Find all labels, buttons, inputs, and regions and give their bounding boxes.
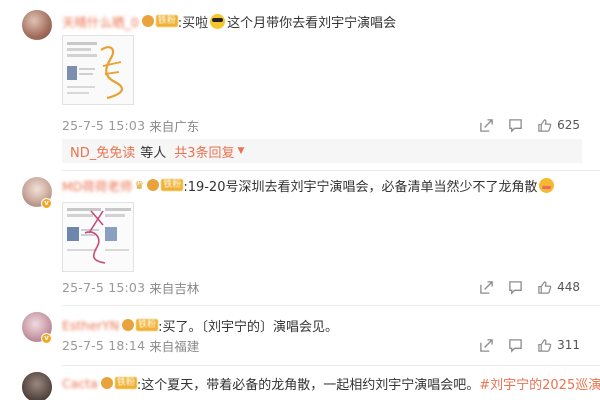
comment-item: Cacta 铁粉 :这个夏天，带着必备的龙角散，一起相约刘宇宁演唱会吧。 #刘宇… [0, 365, 600, 400]
like-count: 625 [557, 118, 580, 132]
comment-location: 来自广东 [149, 119, 200, 134]
comment-text: :19-20号深圳去看刘宇宁演唱会，必备清单当然少不了龙角散 [183, 179, 538, 195]
comment-button[interactable] [508, 278, 523, 296]
username[interactable]: 天晴什么晒_0 [62, 12, 139, 31]
comment-line: MD荷荷老师 ♛ 铁粉 :19-20号深圳去看刘宇宁演唱会，必备清单当然少不了龙… [62, 176, 556, 195]
comment-item: 天晴什么晒_0 铁粉 :买啦 这个月带你去看刘宇宁演唱会 25-7-5 15:0… [0, 0, 600, 170]
comment-button[interactable] [508, 336, 523, 354]
comment-meta: 25-7-5 15:03 来自广东 [62, 116, 199, 135]
reply-username[interactable]: ND_免免读 [70, 142, 135, 161]
comment-button[interactable] [508, 116, 523, 134]
vip-icon [100, 377, 113, 389]
fan-badge: 铁粉 [136, 319, 159, 331]
crown-icon: ♛ [134, 178, 145, 192]
comment-actions: 311 [465, 336, 580, 354]
share-button[interactable] [479, 278, 494, 296]
vip-icon [147, 179, 160, 191]
comment-location: 来自福建 [149, 339, 200, 354]
view-replies-link[interactable]: 共3条回复 [174, 142, 234, 161]
share-icon [480, 118, 493, 132]
like-icon [538, 280, 552, 294]
comment-line: Cacta 铁粉 :这个夏天，带着必备的龙角散，一起相约刘宇宁演唱会吧。 #刘宇… [62, 374, 600, 393]
blush-emoji-icon [539, 177, 555, 193]
username[interactable]: EstherYN [62, 318, 119, 333]
share-icon [480, 280, 493, 294]
like-button[interactable]: 311 [537, 336, 580, 354]
comment-icon [509, 118, 522, 133]
comment-location: 来自吉林 [149, 281, 200, 296]
avatar[interactable] [22, 372, 52, 400]
comment-time: 25-7-5 15:03 [62, 118, 146, 133]
comment-actions: 448 [465, 278, 580, 296]
fan-badge: 铁粉 [155, 15, 178, 27]
attached-image[interactable] [62, 202, 134, 272]
comment-time: 25-7-5 15:03 [62, 280, 146, 295]
like-icon [538, 118, 552, 132]
comment-icon [509, 280, 522, 295]
comment-icon [509, 338, 522, 353]
comment-meta: 25-7-5 18:14 来自福建 [62, 336, 199, 355]
comment-meta: 25-7-5 15:03 来自吉林 [62, 278, 199, 297]
comment-time: 25-7-5 18:14 [62, 338, 146, 353]
share-button[interactable] [479, 336, 494, 354]
sunglasses-emoji-icon [210, 13, 226, 29]
caret-down-icon: ▼ [237, 146, 245, 156]
like-count: 311 [557, 338, 580, 352]
comment-line: EstherYN 铁粉 :买了。〔刘宇宁的〕演唱会见。 [62, 316, 338, 335]
comment-item: v EstherYN 铁粉 :买了。〔刘宇宁的〕演唱会见。 25-7-5 18:… [0, 305, 600, 365]
verified-badge-icon: v [41, 198, 52, 209]
fan-badge: 铁粉 [114, 377, 137, 389]
comment-text-part: 这个月带你去看刘宇宁演唱会 [227, 15, 397, 31]
comment-text-part: :买啦 [177, 15, 209, 31]
share-icon [480, 338, 493, 352]
vip-icon [141, 15, 154, 27]
fan-badge: 铁粉 [161, 179, 184, 191]
hashtag-link[interactable]: #刘宇宁的2025巡演# [479, 374, 600, 393]
share-button[interactable] [479, 116, 494, 134]
comment-item: v MD荷荷老师 ♛ 铁粉 :19-20号深圳去看刘宇宁演唱会，必备清单当然少不… [0, 170, 600, 305]
avatar[interactable] [22, 10, 52, 40]
reply-summary[interactable]: ND_免免读 等人 共3条回复 ▼ [62, 139, 582, 163]
attached-image[interactable] [62, 35, 134, 105]
username[interactable]: Cacta [62, 376, 98, 391]
like-button[interactable]: 625 [537, 116, 580, 134]
comment-text: :这个夏天，带着必备的龙角散，一起相约刘宇宁演唱会吧。 [136, 377, 480, 393]
comment-text: :买了。〔刘宇宁的〕演唱会见。 [158, 319, 338, 335]
like-icon [538, 338, 552, 352]
like-count: 448 [557, 280, 580, 294]
username[interactable]: MD荷荷老师 [62, 176, 132, 195]
like-button[interactable]: 448 [537, 278, 580, 296]
comment-actions: 625 [465, 116, 580, 134]
verified-badge-icon: v [41, 333, 52, 344]
reply-etc: 等人 [140, 145, 167, 161]
comment-line: 天晴什么晒_0 铁粉 :买啦 这个月带你去看刘宇宁演唱会 [62, 12, 397, 31]
vip-icon [122, 319, 135, 331]
